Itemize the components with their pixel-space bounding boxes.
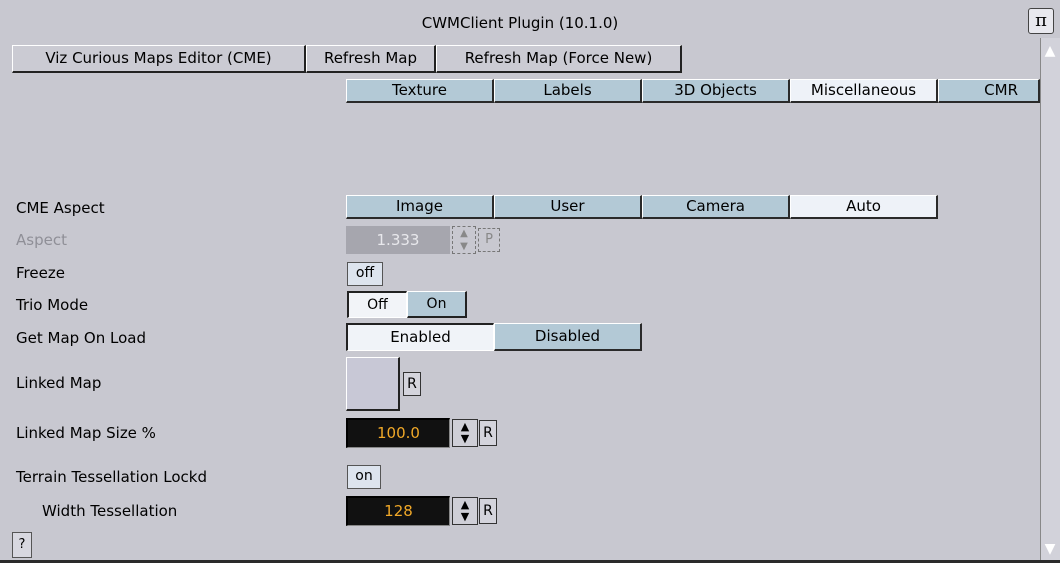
terrain-lock-label: Terrain Tessellation Lockd: [16, 468, 208, 486]
freeze-toggle[interactable]: off: [347, 262, 383, 286]
cme-aspect-auto[interactable]: Auto: [790, 195, 938, 219]
cme-editor-button[interactable]: Viz Curious Maps Editor (CME): [12, 45, 306, 73]
tab-miscellaneous[interactable]: Miscellaneous: [790, 79, 938, 103]
scroll-up-icon[interactable]: ▲: [1041, 40, 1059, 62]
spin-up-icon: ▲: [460, 228, 468, 239]
aspect-label: Aspect: [16, 231, 67, 249]
window-title: CWMClient Plugin (10.1.0): [421, 14, 619, 32]
cme-aspect-label: CME Aspect: [16, 199, 105, 217]
spin-down-icon: ▼: [460, 241, 468, 252]
linked-map-drop-area[interactable]: [346, 357, 400, 411]
width-tessellation-input[interactable]: 128: [346, 496, 450, 526]
spin-down-icon[interactable]: ▼: [453, 511, 477, 524]
trio-mode-on[interactable]: On: [407, 291, 467, 318]
linked-map-reset-button[interactable]: R: [403, 372, 421, 396]
trio-mode-off[interactable]: Off: [347, 291, 407, 318]
spin-down-icon[interactable]: ▼: [453, 433, 477, 446]
width-tessellation-reset-button[interactable]: R: [479, 498, 497, 524]
aspect-value-field: 1.333: [346, 226, 450, 254]
tab-labels[interactable]: Labels: [494, 79, 642, 103]
freeze-label: Freeze: [16, 264, 65, 282]
width-tessellation-label: Width Tessellation: [42, 502, 178, 520]
tab-texture[interactable]: Texture: [346, 79, 494, 103]
width-tessellation-spinner[interactable]: ▲ ▼: [452, 497, 478, 525]
linked-map-label: Linked Map: [16, 374, 102, 392]
linked-map-size-reset-button[interactable]: R: [479, 420, 497, 446]
get-map-enabled[interactable]: Enabled: [346, 323, 494, 351]
get-map-disabled[interactable]: Disabled: [494, 323, 642, 351]
terrain-lock-toggle[interactable]: on: [347, 465, 381, 489]
refresh-map-force-button[interactable]: Refresh Map (Force New): [436, 45, 682, 73]
tab-cmr[interactable]: CMR: [938, 79, 1040, 103]
linked-map-size-input[interactable]: 100.0: [346, 418, 450, 448]
get-map-on-load-label: Get Map On Load: [16, 329, 146, 347]
refresh-map-button[interactable]: Refresh Map: [306, 45, 436, 73]
aspect-p-button: P: [478, 228, 500, 252]
cme-aspect-user[interactable]: User: [494, 195, 642, 219]
trio-mode-label: Trio Mode: [16, 296, 89, 314]
linked-map-size-spinner[interactable]: ▲ ▼: [452, 419, 478, 447]
aspect-spinner: ▲ ▼: [452, 226, 476, 254]
vertical-scrollbar[interactable]: [1040, 38, 1060, 562]
linked-map-size-label: Linked Map Size %: [16, 424, 156, 442]
scroll-down-icon[interactable]: ▼: [1041, 538, 1059, 560]
cme-aspect-image[interactable]: Image: [346, 195, 494, 219]
tab-3d-objects[interactable]: 3D Objects: [642, 79, 790, 103]
cme-aspect-camera[interactable]: Camera: [642, 195, 790, 219]
plugin-icon[interactable]: π: [1028, 8, 1054, 34]
help-button[interactable]: ?: [12, 532, 32, 558]
